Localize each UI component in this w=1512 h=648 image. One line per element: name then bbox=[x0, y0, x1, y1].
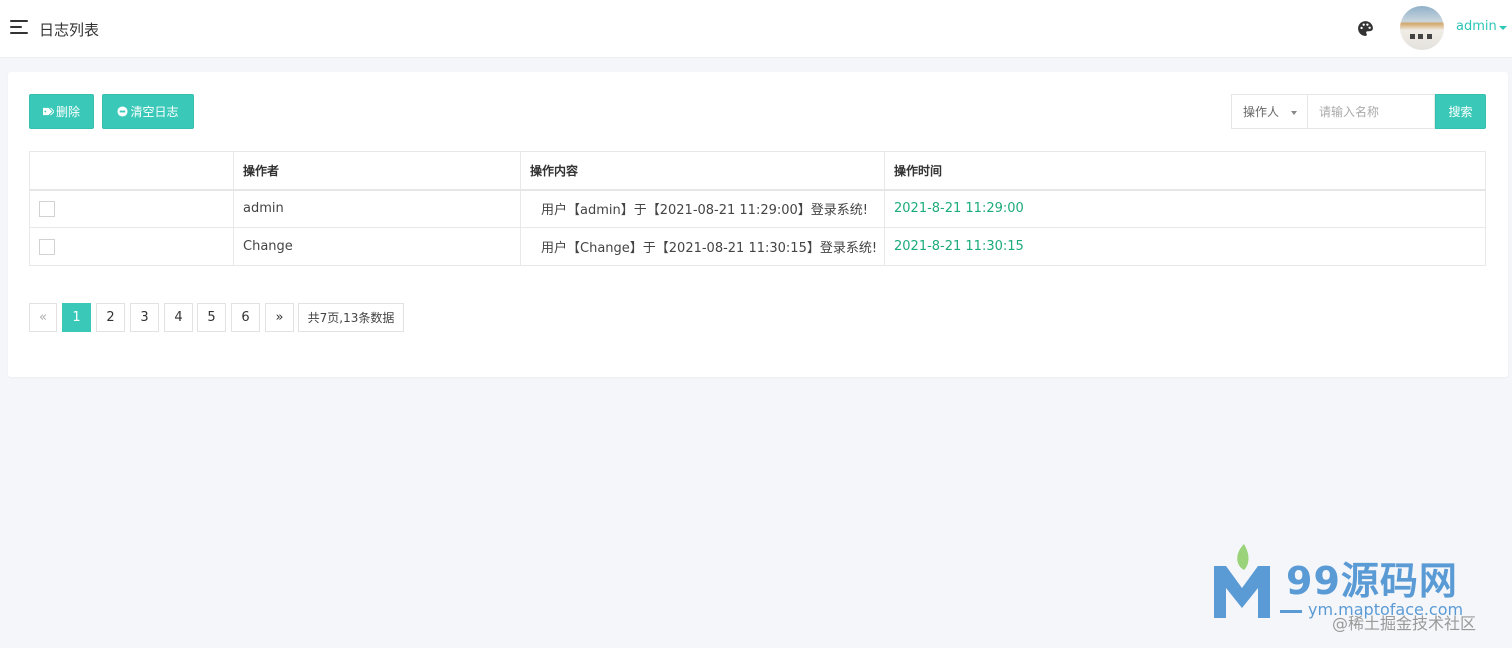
pagination-prev[interactable]: « bbox=[29, 303, 57, 332]
row-checkbox[interactable] bbox=[39, 238, 55, 255]
table-header-content: 操作内容 bbox=[520, 151, 885, 191]
table-header-time: 操作时间 bbox=[884, 151, 1486, 191]
caret-down-icon bbox=[1291, 111, 1297, 115]
palette-icon[interactable] bbox=[1357, 20, 1374, 37]
watermark-url: ym.maptoface.com bbox=[1308, 600, 1464, 619]
watermark: 99源码网 ym.maptoface.com @稀土掘金技术社区 bbox=[1212, 542, 1492, 642]
table-header-row: 操作者 操作内容 操作时间 bbox=[29, 151, 1486, 191]
page-title: 日志列表 bbox=[39, 21, 100, 39]
pagination-page-6[interactable]: 6 bbox=[231, 303, 260, 332]
table-header-checkbox bbox=[29, 151, 234, 191]
table-header-operator: 操作者 bbox=[233, 151, 521, 191]
search-field-select[interactable]: 操作人 bbox=[1231, 94, 1307, 129]
tag-icon bbox=[42, 107, 54, 116]
pagination-page-5[interactable]: 5 bbox=[197, 303, 226, 332]
row-checkbox-cell bbox=[29, 227, 234, 266]
top-navbar: 日志列表 admin bbox=[0, 0, 1512, 58]
content-cell: 用户【admin】于【2021-08-21 11:29:00】登录系统! bbox=[520, 189, 885, 228]
watermark-site-name: 99源码网 bbox=[1286, 559, 1458, 603]
table-row: Change 用户【Change】于【2021-08-21 11:30:15】登… bbox=[29, 227, 1486, 266]
log-table: 操作者 操作内容 操作时间 admin 用户【admin】于【2021-08-2… bbox=[29, 151, 1486, 266]
delete-button[interactable]: 删除 bbox=[29, 94, 94, 129]
table-row: admin 用户【admin】于【2021-08-21 11:29:00】登录系… bbox=[29, 189, 1486, 228]
pagination-summary: 共7页,13条数据 bbox=[298, 303, 404, 332]
pagination-next[interactable]: » bbox=[265, 303, 294, 332]
row-checkbox[interactable] bbox=[39, 200, 55, 217]
clear-log-button[interactable]: 清空日志 bbox=[102, 94, 194, 129]
search-field-select-value: 操作人 bbox=[1243, 105, 1280, 119]
pagination-page-4[interactable]: 4 bbox=[164, 303, 193, 332]
delete-button-label: 删除 bbox=[55, 105, 80, 119]
hamburger-menu-icon[interactable] bbox=[10, 20, 28, 34]
operator-cell: admin bbox=[233, 189, 521, 228]
time-cell: 2021-8-21 11:29:00 bbox=[884, 189, 1486, 228]
pagination-page-2[interactable]: 2 bbox=[96, 303, 125, 332]
search-input[interactable] bbox=[1307, 94, 1435, 129]
pagination-page-3[interactable]: 3 bbox=[130, 303, 159, 332]
minus-circle-icon bbox=[117, 106, 129, 117]
log-list-card: 删除 清空日志 操作人 搜索 操作者 操作内容 操作时间 admin 用户【ad… bbox=[8, 72, 1508, 377]
watermark-juejin: @稀土掘金技术社区 bbox=[1332, 614, 1477, 633]
search-button[interactable]: 搜索 bbox=[1435, 94, 1486, 129]
time-cell: 2021-8-21 11:30:15 bbox=[884, 227, 1486, 266]
watermark-divider bbox=[1280, 610, 1302, 613]
clear-log-button-label: 清空日志 bbox=[130, 105, 179, 119]
row-checkbox-cell bbox=[29, 189, 234, 228]
chevron-down-icon[interactable] bbox=[1499, 26, 1507, 30]
content-cell: 用户【Change】于【2021-08-21 11:30:15】登录系统! bbox=[520, 227, 885, 266]
avatar[interactable] bbox=[1400, 6, 1444, 50]
operator-cell: Change bbox=[233, 227, 521, 266]
user-name-dropdown[interactable]: admin bbox=[1456, 19, 1497, 34]
site-logo-icon bbox=[1214, 544, 1270, 618]
pagination-page-1[interactable]: 1 bbox=[62, 303, 91, 332]
